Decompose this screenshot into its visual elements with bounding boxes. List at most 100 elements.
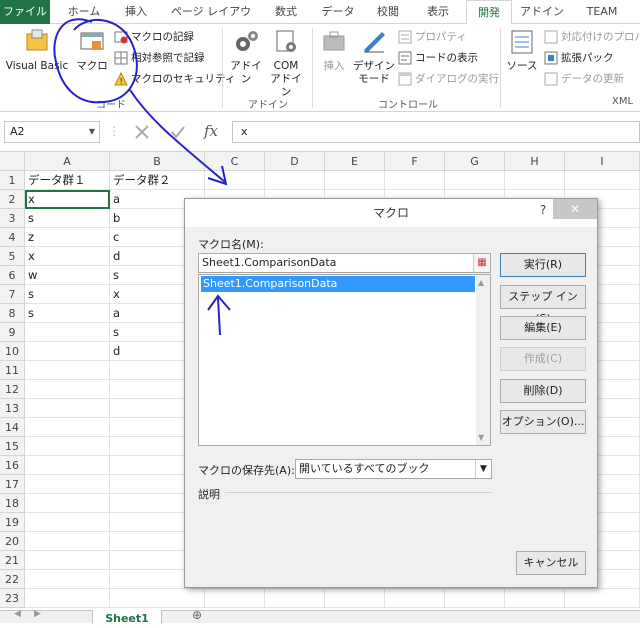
properties-button[interactable]: プロパティ (398, 28, 467, 46)
cell[interactable] (25, 494, 110, 513)
row-header[interactable]: 16 (0, 456, 25, 475)
tab-data[interactable]: データ (316, 0, 360, 24)
cell[interactable] (25, 418, 110, 437)
sheet-nav-right-icon[interactable]: ▶ (34, 609, 41, 619)
cell[interactable] (25, 475, 110, 494)
refresh-data-button[interactable]: データの更新 (544, 70, 624, 88)
cell[interactable] (25, 456, 110, 475)
view-code-button[interactable]: コードの表示 (398, 49, 478, 67)
cell[interactable] (25, 437, 110, 456)
sheet-tab[interactable]: Sheet1 (92, 610, 162, 625)
column-header[interactable]: B (110, 152, 205, 171)
cell[interactable] (565, 589, 640, 608)
row-header[interactable]: 9 (0, 323, 25, 342)
row-header[interactable]: 1 (0, 171, 25, 190)
insert-control-button[interactable]: 挿入 (316, 28, 352, 73)
sheet-nav-left-icon[interactable]: ◀ (14, 609, 21, 619)
design-mode-button[interactable]: デザイン モード (352, 28, 396, 86)
row-header[interactable]: 13 (0, 399, 25, 418)
tab-review[interactable]: 校閲 (368, 0, 408, 24)
options-button[interactable]: オプション(O)... (500, 410, 586, 434)
step-into-button[interactable]: ステップ イン(S) (500, 285, 586, 325)
relative-reference-button[interactable]: 相対参照で記録 (114, 49, 205, 67)
macro-list[interactable]: Sheet1.ComparisonData ▲ ▼ (198, 274, 491, 446)
map-properties-button[interactable]: 対応付けのプロパ (544, 28, 640, 46)
cell[interactable] (25, 342, 110, 361)
tab-file[interactable]: ファイル (0, 0, 50, 24)
row-header[interactable]: 21 (0, 551, 25, 570)
chevron-down-icon[interactable]: ▼ (89, 122, 95, 142)
macro-security-button[interactable]: ! マクロのセキュリティ (114, 70, 235, 88)
column-header[interactable]: G (445, 152, 505, 171)
enter-icon[interactable] (170, 124, 186, 140)
record-macro-button[interactable]: マクロの記録 (114, 28, 194, 46)
cell[interactable]: s (25, 285, 110, 304)
column-header[interactable]: C (205, 152, 265, 171)
formula-input[interactable]: x (232, 121, 640, 143)
macro-button[interactable]: マクロ (72, 28, 112, 73)
row-header[interactable]: 6 (0, 266, 25, 285)
macro-name-input[interactable]: Sheet1.ComparisonData (198, 253, 491, 273)
column-header[interactable]: D (265, 152, 325, 171)
cell[interactable]: データ群１ (25, 171, 110, 190)
edit-button[interactable]: 編集(E) (500, 316, 586, 340)
cell[interactable] (265, 589, 325, 608)
cell[interactable] (445, 171, 505, 190)
row-header[interactable]: 14 (0, 418, 25, 437)
cell[interactable] (265, 171, 325, 190)
cell[interactable] (205, 589, 265, 608)
cell[interactable] (25, 551, 110, 570)
tab-home[interactable]: ホーム (62, 0, 106, 24)
create-button[interactable]: 作成(C) (500, 347, 586, 371)
cell[interactable] (110, 589, 205, 608)
insert-function-button[interactable]: fx (204, 122, 218, 140)
run-dialog-button[interactable]: ダイアログの実行 (398, 70, 499, 88)
tab-view[interactable]: 表示 (418, 0, 458, 24)
row-header[interactable]: 8 (0, 304, 25, 323)
cell[interactable] (445, 589, 505, 608)
cell[interactable] (325, 171, 385, 190)
expansion-pack-button[interactable]: 拡張パック (544, 49, 614, 67)
cell[interactable]: データ群２ (110, 171, 205, 190)
cell[interactable] (505, 589, 565, 608)
cell[interactable]: x (25, 247, 110, 266)
chevron-down-icon[interactable]: ▼ (475, 460, 491, 478)
row-header[interactable]: 23 (0, 589, 25, 608)
close-button[interactable]: ✕ (553, 199, 597, 219)
cancel-button[interactable]: キャンセル (516, 551, 586, 575)
row-header[interactable]: 17 (0, 475, 25, 494)
column-header[interactable]: E (325, 152, 385, 171)
cell[interactable] (565, 171, 640, 190)
scrollbar[interactable]: ▲ ▼ (476, 275, 490, 445)
xml-source-button[interactable]: ソース (504, 28, 540, 73)
cell[interactable] (25, 399, 110, 418)
scroll-up-icon[interactable]: ▲ (478, 278, 484, 287)
column-header[interactable]: A (25, 152, 110, 171)
row-header[interactable]: 5 (0, 247, 25, 266)
com-addin-button[interactable]: COM アドイン (266, 28, 306, 99)
cancel-icon[interactable] (134, 124, 150, 140)
cell[interactable]: w (25, 266, 110, 285)
row-header[interactable]: 15 (0, 437, 25, 456)
tab-team[interactable]: TEAM (576, 0, 628, 24)
row-header[interactable]: 18 (0, 494, 25, 513)
run-button[interactable]: 実行(R) (500, 253, 586, 277)
row-header[interactable]: 11 (0, 361, 25, 380)
column-header[interactable]: H (505, 152, 565, 171)
row-header[interactable]: 20 (0, 532, 25, 551)
cell[interactable]: x (25, 190, 110, 209)
row-header[interactable]: 10 (0, 342, 25, 361)
cell[interactable] (385, 171, 445, 190)
cell[interactable] (505, 171, 565, 190)
addin-button[interactable]: アドイン (226, 28, 266, 86)
cell[interactable] (25, 532, 110, 551)
row-header[interactable]: 12 (0, 380, 25, 399)
column-header[interactable]: I (565, 152, 640, 171)
help-icon[interactable]: ? (533, 199, 553, 221)
cell[interactable] (25, 361, 110, 380)
row-header[interactable]: 19 (0, 513, 25, 532)
cell[interactable] (385, 589, 445, 608)
tab-addins[interactable]: アドイン (518, 0, 566, 24)
scroll-down-icon[interactable]: ▼ (478, 433, 484, 442)
cell[interactable] (25, 513, 110, 532)
